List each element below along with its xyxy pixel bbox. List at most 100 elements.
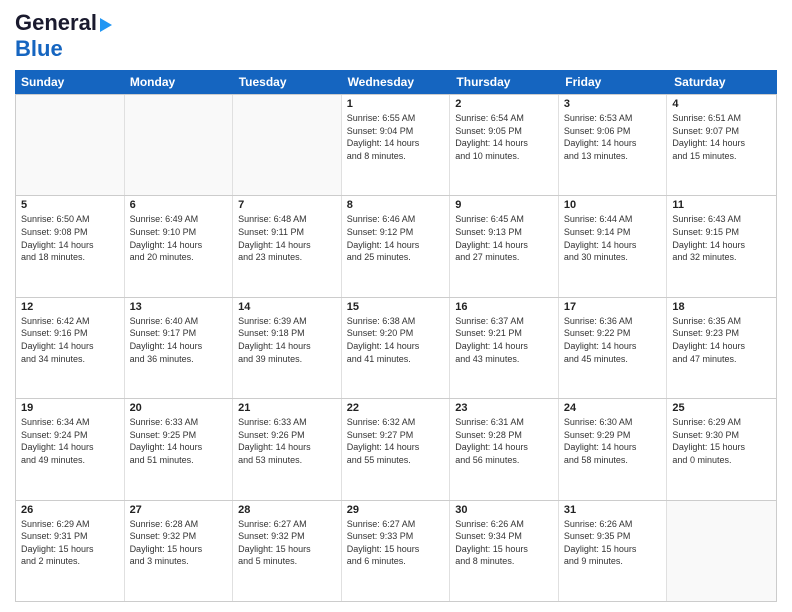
day-info: Sunrise: 6:27 AM Sunset: 9:33 PM Dayligh…: [347, 518, 445, 568]
calendar-cell: 21Sunrise: 6:33 AM Sunset: 9:26 PM Dayli…: [233, 399, 342, 499]
calendar-cell: 26Sunrise: 6:29 AM Sunset: 9:31 PM Dayli…: [16, 501, 125, 601]
day-number: 16: [455, 301, 553, 313]
day-number: 30: [455, 504, 553, 516]
day-info: Sunrise: 6:39 AM Sunset: 9:18 PM Dayligh…: [238, 315, 336, 365]
calendar-cell: 3Sunrise: 6:53 AM Sunset: 9:06 PM Daylig…: [559, 95, 668, 195]
calendar-cell: 22 Sunrise: 6:32 AM Sunset: 9:27 PM Dayli…: [342, 399, 451, 499]
day-info: Sunrise: 6:34 AM Sunset: 9:24 PM Dayligh…: [21, 416, 119, 466]
day-number: 7: [238, 199, 336, 211]
day-info: Sunrise: 6:35 AM Sunset: 9:23 PM Dayligh…: [672, 315, 771, 365]
day-info: Sunrise: 6:48 AM Sunset: 9:11 PM Dayligh…: [238, 213, 336, 263]
calendar-cell: 16 Sunrise: 6:37 AM Sunset: 9:21 PM Dayli…: [450, 298, 559, 398]
day-info: Sunrise: 6:55 AM Sunset: 9:04 PM Dayligh…: [347, 112, 445, 162]
day-number: 1: [347, 98, 445, 110]
day-info: Sunrise: 6:28 AM Sunset: 9:32 PM Dayligh…: [130, 518, 228, 568]
day-info: Sunrise: 6:33 AM Sunset: 9:25 PM Dayligh…: [130, 416, 228, 466]
calendar-cell: 19 Sunrise: 6:34 AM Sunset: 9:24 PM Dayli…: [16, 399, 125, 499]
calendar-cell: 30 Sunrise: 6:26 AM Sunset: 9:34 PM Dayli…: [450, 501, 559, 601]
day-info: Sunrise: 6:50 AM Sunset: 9:08 PM Dayligh…: [21, 213, 119, 263]
day-info: Sunrise: 6:29 AM Sunset: 9:30 PM Dayligh…: [672, 416, 771, 466]
day-number: 21: [238, 402, 336, 414]
header: General Blue: [15, 10, 777, 62]
day-number: 4: [672, 98, 771, 110]
calendar-cell: 25 Sunrise: 6:29 AM Sunset: 9:30 PM Dayli…: [667, 399, 776, 499]
day-number: 12: [21, 301, 119, 313]
header-cell-friday: Friday: [559, 70, 668, 94]
calendar-body: 1 Sunrise: 6:55 AM Sunset: 9:04 PM Daylig…: [15, 94, 777, 602]
header-cell-thursday: Thursday: [450, 70, 559, 94]
day-info: Sunrise: 6:51 AM Sunset: 9:07 PM Dayligh…: [672, 112, 771, 162]
calendar-cell: 7 Sunrise: 6:48 AM Sunset: 9:11 PM Daylig…: [233, 196, 342, 296]
day-number: 25: [672, 402, 771, 414]
calendar-cell: [125, 95, 234, 195]
day-number: 19: [21, 402, 119, 414]
day-number: 3: [564, 98, 662, 110]
day-info: Sunrise: 6:27 AM Sunset: 9:32 PM Dayligh…: [238, 518, 336, 568]
day-number: 14: [238, 301, 336, 313]
day-number: 29: [347, 504, 445, 516]
day-info: Sunrise: 6:26 AM Sunset: 9:34 PM Dayligh…: [455, 518, 553, 568]
day-info: Sunrise: 6:38 AM Sunset: 9:20 PM Dayligh…: [347, 315, 445, 365]
day-info: Sunrise: 6:40 AM Sunset: 9:17 PM Dayligh…: [130, 315, 228, 365]
day-info: Sunrise: 6:32 AM Sunset: 9:27 PM Dayligh…: [347, 416, 445, 466]
calendar-cell: 8 Sunrise: 6:46 AM Sunset: 9:12 PM Daylig…: [342, 196, 451, 296]
calendar-cell: 6Sunrise: 6:49 AM Sunset: 9:10 PM Daylig…: [125, 196, 234, 296]
calendar-cell: 11Sunrise: 6:43 AM Sunset: 9:15 PM Dayli…: [667, 196, 776, 296]
calendar-cell: 4 Sunrise: 6:51 AM Sunset: 9:07 PM Daylig…: [667, 95, 776, 195]
calendar-cell: 12 Sunrise: 6:42 AM Sunset: 9:16 PM Dayli…: [16, 298, 125, 398]
day-info: Sunrise: 6:37 AM Sunset: 9:21 PM Dayligh…: [455, 315, 553, 365]
day-number: 23: [455, 402, 553, 414]
calendar-row-2: 12 Sunrise: 6:42 AM Sunset: 9:16 PM Dayli…: [16, 297, 776, 398]
day-number: 28: [238, 504, 336, 516]
day-number: 26: [21, 504, 119, 516]
day-info: Sunrise: 6:31 AM Sunset: 9:28 PM Dayligh…: [455, 416, 553, 466]
calendar-cell: 31 Sunrise: 6:26 AM Sunset: 9:35 PM Dayli…: [559, 501, 668, 601]
calendar-cell: 10Sunrise: 6:44 AM Sunset: 9:14 PM Dayli…: [559, 196, 668, 296]
calendar-cell: 18 Sunrise: 6:35 AM Sunset: 9:23 PM Dayli…: [667, 298, 776, 398]
logo-text-blue: Blue: [15, 36, 63, 61]
day-info: Sunrise: 6:45 AM Sunset: 9:13 PM Dayligh…: [455, 213, 553, 263]
day-number: 11: [672, 199, 771, 211]
calendar-cell: 20 Sunrise: 6:33 AM Sunset: 9:25 PM Dayli…: [125, 399, 234, 499]
calendar-row-4: 26Sunrise: 6:29 AM Sunset: 9:31 PM Dayli…: [16, 500, 776, 601]
calendar-cell: 27 Sunrise: 6:28 AM Sunset: 9:32 PM Dayli…: [125, 501, 234, 601]
calendar-cell: 24 Sunrise: 6:30 AM Sunset: 9:29 PM Dayli…: [559, 399, 668, 499]
calendar-row-3: 19 Sunrise: 6:34 AM Sunset: 9:24 PM Dayli…: [16, 398, 776, 499]
day-number: 27: [130, 504, 228, 516]
logo-line1: General: [15, 10, 112, 36]
day-number: 22: [347, 402, 445, 414]
day-number: 20: [130, 402, 228, 414]
day-number: 6: [130, 199, 228, 211]
day-info: Sunrise: 6:46 AM Sunset: 9:12 PM Dayligh…: [347, 213, 445, 263]
calendar-cell: 23 Sunrise: 6:31 AM Sunset: 9:28 PM Dayli…: [450, 399, 559, 499]
day-info: Sunrise: 6:42 AM Sunset: 9:16 PM Dayligh…: [21, 315, 119, 365]
calendar-row-1: 5 Sunrise: 6:50 AM Sunset: 9:08 PM Daylig…: [16, 195, 776, 296]
logo-line2: Blue: [15, 36, 63, 62]
day-number: 10: [564, 199, 662, 211]
page: General Blue SundayMondayTuesdayWednesda…: [0, 0, 792, 612]
day-number: 5: [21, 199, 119, 211]
header-cell-tuesday: Tuesday: [233, 70, 342, 94]
logo-arrow-icon: [100, 18, 112, 32]
calendar-header: SundayMondayTuesdayWednesdayThursdayFrid…: [15, 70, 777, 94]
day-number: 8: [347, 199, 445, 211]
day-info: Sunrise: 6:26 AM Sunset: 9:35 PM Dayligh…: [564, 518, 662, 568]
header-cell-wednesday: Wednesday: [342, 70, 451, 94]
calendar-row-0: 1 Sunrise: 6:55 AM Sunset: 9:04 PM Daylig…: [16, 94, 776, 195]
day-number: 2: [455, 98, 553, 110]
calendar-cell: 15Sunrise: 6:38 AM Sunset: 9:20 PM Dayli…: [342, 298, 451, 398]
day-number: 18: [672, 301, 771, 313]
day-info: Sunrise: 6:36 AM Sunset: 9:22 PM Dayligh…: [564, 315, 662, 365]
header-cell-monday: Monday: [124, 70, 233, 94]
day-info: Sunrise: 6:30 AM Sunset: 9:29 PM Dayligh…: [564, 416, 662, 466]
day-number: 24: [564, 402, 662, 414]
calendar-cell: 14 Sunrise: 6:39 AM Sunset: 9:18 PM Dayli…: [233, 298, 342, 398]
day-number: 17: [564, 301, 662, 313]
calendar-cell: 9Sunrise: 6:45 AM Sunset: 9:13 PM Daylig…: [450, 196, 559, 296]
day-info: Sunrise: 6:54 AM Sunset: 9:05 PM Dayligh…: [455, 112, 553, 162]
day-number: 31: [564, 504, 662, 516]
calendar-cell: 29 Sunrise: 6:27 AM Sunset: 9:33 PM Dayli…: [342, 501, 451, 601]
calendar-cell: 2 Sunrise: 6:54 AM Sunset: 9:05 PM Daylig…: [450, 95, 559, 195]
day-number: 13: [130, 301, 228, 313]
calendar-cell: 13 Sunrise: 6:40 AM Sunset: 9:17 PM Dayli…: [125, 298, 234, 398]
